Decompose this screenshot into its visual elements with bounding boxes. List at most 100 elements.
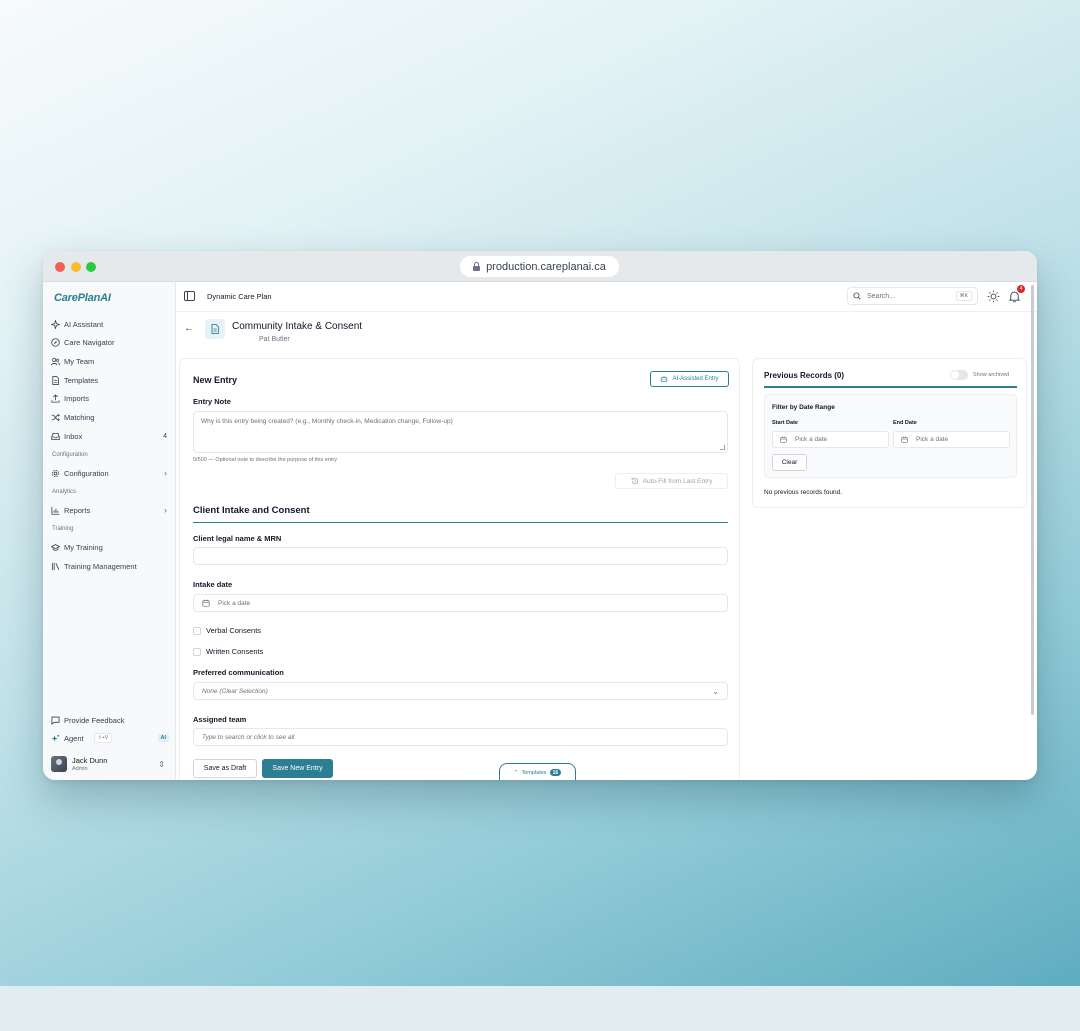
sidebar-item-label: Imports [64, 393, 90, 403]
clear-filter-button[interactable]: Clear [772, 454, 807, 471]
sidebar-item-label: Matching [64, 412, 95, 422]
sidebar-item-ai-assistant[interactable]: AI Assistant [51, 316, 169, 332]
page-title: Community Intake & Consent [232, 321, 363, 332]
communication-value: None (Clear Selection) [202, 687, 268, 695]
chevron-right-icon: › [164, 468, 167, 478]
search-placeholder: Search... [867, 292, 896, 300]
shuffle-icon [51, 413, 60, 422]
entry-form-card: New Entry AI-Assisted Entry Entry Note W… [179, 358, 740, 780]
close-window-button[interactable] [55, 262, 65, 272]
chevrons-up-down-icon: ⇕ [158, 759, 165, 769]
page-subtitle: Pat Butler [259, 336, 290, 343]
end-date-label: End Date [893, 420, 917, 426]
start-date-placeholder: Pick a date [795, 436, 828, 443]
section-title: Client Intake and Consent [193, 505, 310, 516]
verbal-consents-checkbox[interactable]: Verbal Consents [193, 626, 261, 635]
previous-records-title: Previous Records (0) [764, 371, 845, 380]
written-consents-checkbox[interactable]: Written Consents [193, 647, 263, 656]
robot-icon [661, 375, 668, 383]
checkbox-box[interactable] [193, 647, 201, 656]
end-date-picker[interactable]: Pick a date [893, 431, 1010, 448]
chevron-right-icon: › [164, 505, 167, 515]
save-new-entry-button[interactable]: Save New Entry [262, 759, 333, 778]
ai-assisted-entry-label: AI-Assisted Entry [672, 376, 719, 382]
empty-records-message: No previous records found. [764, 489, 843, 496]
show-archived-toggle[interactable] [950, 370, 968, 380]
agent-button[interactable]: Agent ⇧+V AI [51, 730, 169, 746]
entry-note-textarea[interactable]: Why is this entry being created? (e.g., … [193, 411, 728, 453]
back-arrow-icon[interactable]: ← [184, 323, 194, 334]
sidebar-item-training-management[interactable]: Training Management [51, 558, 169, 574]
start-date-picker[interactable]: Pick a date [772, 431, 889, 448]
resize-handle[interactable] [720, 445, 725, 450]
show-archived-label: Show archived [973, 372, 1010, 378]
search-shortcut: ⌘K [955, 291, 972, 301]
sidebar-item-care-navigator[interactable]: Care Navigator [51, 334, 169, 350]
entry-note-hint: 0/500 — Optional note to describe the pu… [193, 457, 338, 463]
sidebar-item-inbox[interactable]: Inbox 4 [51, 428, 169, 444]
provide-feedback-button[interactable]: Provide Feedback [51, 712, 169, 728]
sidebar-item-my-team[interactable]: My Team [51, 353, 169, 369]
address-bar[interactable]: production.careplanai.ca [460, 256, 619, 277]
file-icon [51, 375, 60, 385]
breadcrumb[interactable]: Dynamic Care Plan [207, 292, 272, 301]
search-icon [853, 292, 861, 300]
browser-titlebar: production.careplanai.ca [43, 251, 1037, 282]
section-label-training: Training [52, 526, 74, 532]
maximize-window-button[interactable] [86, 262, 96, 272]
sidebar-item-reports[interactable]: Reports › [51, 502, 169, 518]
sidebar: CarePlanAI AI Assistant Care Navigator M… [43, 282, 176, 780]
templates-drawer-tab[interactable]: ⌃ Templates 16 [499, 763, 576, 780]
sidebar-item-templates[interactable]: Templates [51, 372, 169, 388]
templates-tab-label: Templates [521, 769, 547, 776]
client-name-label: Client legal name & MRN [193, 534, 282, 543]
checkbox-box[interactable] [193, 626, 201, 635]
client-name-input[interactable] [193, 547, 728, 565]
sidebar-item-label: AI Assistant [64, 319, 104, 329]
avatar [51, 756, 67, 772]
verbal-consents-label: Verbal Consents [206, 626, 262, 635]
intake-date-picker[interactable]: Pick a date [193, 594, 728, 612]
calendar-icon [901, 436, 908, 443]
inbox-count-badge: 4 [163, 432, 167, 440]
assigned-team-input[interactable]: Type to search or click to see all [193, 728, 728, 746]
calendar-icon [780, 436, 787, 443]
auto-fill-label: Auto-Fill from Last Entry [642, 477, 713, 485]
sidebar-item-label: My Team [64, 356, 95, 366]
sidebar-item-imports[interactable]: Imports [51, 390, 169, 406]
sparkle-icon [51, 319, 60, 329]
history-icon [631, 477, 638, 485]
communication-label: Preferred communication [193, 668, 284, 677]
calendar-icon [202, 599, 210, 607]
library-icon [51, 562, 60, 571]
graduation-cap-icon [51, 543, 60, 552]
page-bottom-strip [0, 986, 1080, 1031]
sidebar-item-label: Agent [64, 733, 84, 743]
save-as-draft-button[interactable]: Save as Draft [193, 759, 257, 778]
sun-icon[interactable] [987, 290, 1000, 303]
search-input[interactable]: Search... ⌘K [847, 287, 978, 305]
section-label-analytics: Analytics [52, 489, 77, 495]
browser-window: production.careplanai.ca CarePlanAI AI A… [43, 251, 1037, 780]
url-text: production.careplanai.ca [486, 260, 606, 273]
bar-chart-icon [51, 506, 60, 515]
sidebar-item-my-training[interactable]: My Training [51, 539, 169, 555]
topbar: Dynamic Care Plan Search... ⌘K 4 [176, 282, 1037, 312]
sidebar-item-configuration[interactable]: Configuration › [51, 465, 169, 481]
auto-fill-button[interactable]: Auto-Fill from Last Entry [615, 473, 728, 489]
minimize-window-button[interactable] [71, 262, 81, 272]
sidebar-item-matching[interactable]: Matching [51, 409, 169, 425]
section-divider [193, 522, 728, 523]
app-logo[interactable]: CarePlanAI [54, 292, 111, 304]
sidebar-toggle-icon[interactable] [184, 291, 195, 301]
sparkle-icon [51, 734, 60, 743]
compass-icon [51, 337, 60, 347]
sidebar-item-label: Templates [64, 375, 99, 385]
ai-assisted-entry-button[interactable]: AI-Assisted Entry [650, 371, 729, 387]
user-menu[interactable]: Jack Dunn Admin ⇕ [51, 753, 169, 775]
sidebar-item-label: Configuration [64, 468, 109, 478]
intake-date-placeholder: Pick a date [218, 599, 251, 607]
communication-select[interactable]: None (Clear Selection) ⌄ [193, 682, 728, 700]
page-scrollbar[interactable] [1031, 285, 1034, 715]
entry-note-placeholder: Why is this entry being created? (e.g., … [201, 418, 453, 425]
